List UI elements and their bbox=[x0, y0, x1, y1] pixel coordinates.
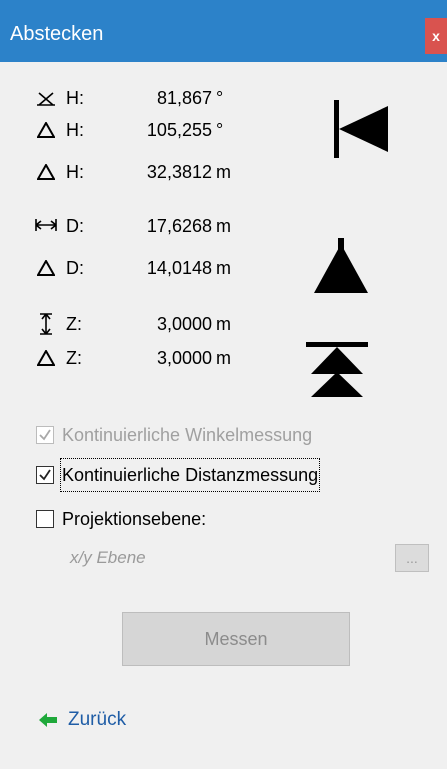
measurement-value: 17,6268 m bbox=[146, 216, 231, 236]
delta-icon bbox=[34, 254, 58, 282]
window-title: Abstecken bbox=[10, 23, 104, 45]
back-link-label: Zurück bbox=[68, 709, 127, 730]
measurement-row-height: Z: 3,0000 m bbox=[0, 310, 246, 338]
measure-button-label: Messen bbox=[204, 628, 268, 649]
horizontal-angle-icon bbox=[34, 84, 58, 112]
browse-button-label: ... bbox=[406, 550, 418, 566]
vertical-distance-icon bbox=[34, 310, 58, 338]
turn-left-indicator-icon bbox=[334, 100, 390, 163]
delta-icon bbox=[34, 116, 58, 144]
move-up-indicator-icon bbox=[306, 342, 368, 403]
projection-plane-value: x/y Ebene bbox=[70, 548, 146, 567]
browse-plane-button[interactable]: ... bbox=[395, 544, 429, 572]
measurement-value: 105,255 ° bbox=[146, 120, 224, 140]
measurement-label: Z: bbox=[66, 348, 82, 368]
measurement-value: 32,3812 m bbox=[146, 162, 231, 182]
arrow-left-icon bbox=[38, 712, 58, 728]
checkbox-label: Projektionsebene: bbox=[62, 509, 207, 529]
close-icon: x bbox=[432, 28, 440, 44]
measurement-value: 14,0148 m bbox=[146, 258, 231, 278]
checkbox-label: Kontinuierliche Winkelmessung bbox=[62, 425, 313, 445]
measurement-label: D: bbox=[66, 216, 84, 236]
back-link[interactable]: Zurück bbox=[38, 706, 126, 734]
delta-icon bbox=[34, 344, 58, 372]
measurement-row-delta-hz-dist: H: 32,3812 m bbox=[0, 158, 246, 186]
measure-button[interactable]: Messen bbox=[122, 612, 350, 666]
checkbox-checked-icon bbox=[36, 466, 54, 484]
continuous-distance-checkbox[interactable]: Kontinuierliche Distanzmessung bbox=[36, 458, 321, 492]
measurement-label: H: bbox=[66, 120, 84, 140]
measurement-row-delta-hz-angle: H: 105,255 ° bbox=[0, 116, 246, 144]
measurement-value: 3,0000 m bbox=[156, 348, 231, 368]
horizontal-distance-icon bbox=[34, 212, 58, 240]
measurement-row-delta-height: Z: 3,0000 m bbox=[0, 344, 246, 372]
measurement-row-distance: D: 17,6268 m bbox=[0, 212, 246, 240]
move-forward-indicator-icon bbox=[312, 238, 370, 299]
title-bar: Abstecken x bbox=[0, 0, 447, 62]
measurement-row-delta-distance: D: 14,0148 m bbox=[0, 254, 246, 282]
measurement-label: H: bbox=[66, 162, 84, 182]
measurement-label: Z: bbox=[66, 314, 82, 334]
measurement-value: 81,867 ° bbox=[156, 88, 224, 108]
measurement-row-hz-angle: H: 81,867 ° bbox=[0, 84, 246, 112]
measurement-label: H: bbox=[66, 88, 84, 108]
delta-icon bbox=[34, 158, 58, 186]
close-button[interactable]: x bbox=[425, 18, 447, 54]
continuous-angle-checkbox[interactable]: Kontinuierliche Winkelmessung bbox=[36, 420, 312, 450]
projection-plane-checkbox[interactable]: Projektionsebene: bbox=[36, 504, 206, 534]
measurement-value: 3,0000 m bbox=[156, 314, 231, 334]
checkbox-unchecked-icon bbox=[36, 510, 54, 528]
checkbox-label: Kontinuierliche Distanzmessung bbox=[59, 458, 321, 492]
checkbox-checked-icon bbox=[36, 426, 54, 444]
measurement-label: D: bbox=[66, 258, 84, 278]
